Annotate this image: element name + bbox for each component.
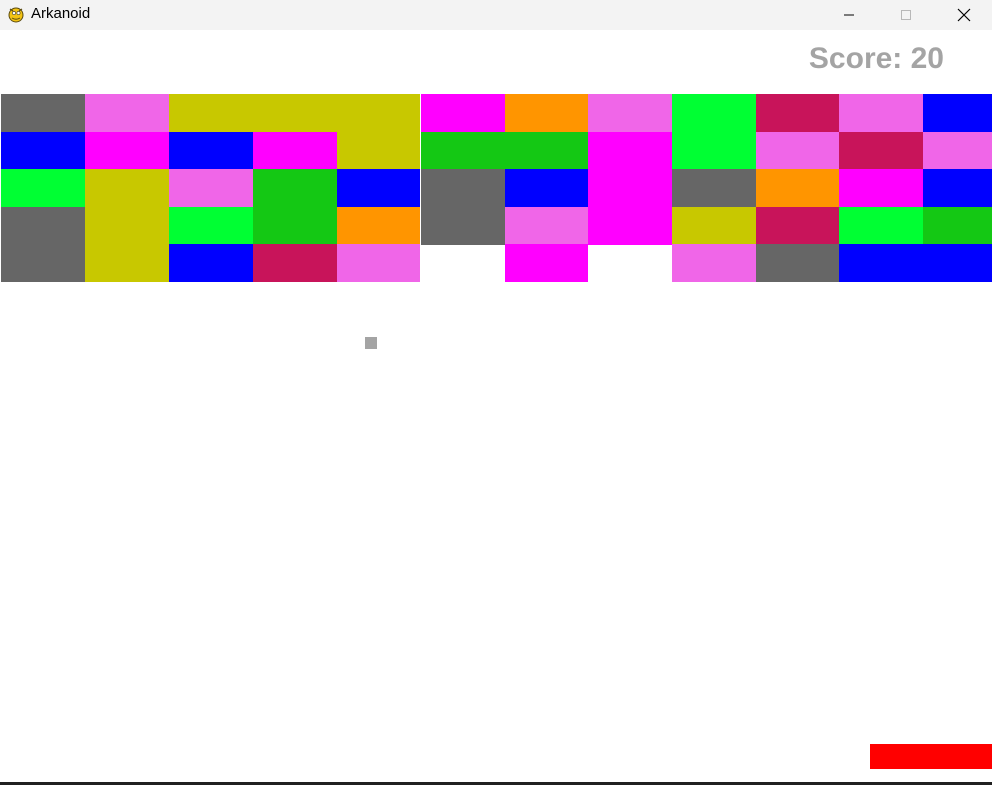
close-button[interactable] [936, 0, 992, 30]
close-icon [957, 8, 971, 22]
maximize-button[interactable] [878, 0, 934, 30]
maximize-icon [900, 9, 912, 21]
brick [253, 244, 337, 282]
brick-wall [0, 30, 992, 782]
brick [588, 131, 672, 170]
brick [253, 131, 337, 170]
brick [85, 131, 169, 170]
brick [839, 131, 923, 170]
brick [923, 94, 992, 132]
brick [85, 169, 169, 207]
brick [253, 169, 337, 207]
brick [756, 169, 839, 207]
brick [1, 206, 85, 245]
brick [672, 206, 756, 245]
brick [421, 131, 505, 170]
brick [588, 206, 672, 245]
brick [588, 169, 672, 207]
brick [421, 206, 505, 245]
brick [839, 206, 923, 245]
pygame-snake-icon [7, 5, 25, 23]
brick [839, 169, 923, 207]
brick [756, 244, 839, 282]
brick [1, 94, 85, 132]
title-bar[interactable]: Arkanoid [0, 0, 992, 30]
brick [169, 169, 253, 207]
window-title: Arkanoid [31, 5, 91, 22]
brick [839, 94, 923, 132]
brick [337, 244, 420, 282]
brick [337, 169, 420, 207]
ball [365, 337, 377, 349]
brick [756, 206, 839, 245]
brick [421, 169, 505, 207]
brick [169, 244, 253, 282]
game-window: Arkanoid Score: 20 [0, 0, 992, 785]
brick [839, 244, 923, 282]
game-canvas[interactable]: Score: 20 [0, 30, 992, 782]
brick [169, 131, 253, 170]
brick [85, 94, 169, 132]
brick [337, 94, 420, 132]
brick [588, 94, 672, 132]
minimize-icon [843, 9, 855, 21]
brick [672, 244, 756, 282]
brick [169, 206, 253, 245]
brick [923, 206, 992, 245]
brick [1, 244, 85, 282]
brick [505, 206, 588, 245]
brick [756, 94, 839, 132]
brick [505, 244, 588, 282]
brick [421, 94, 505, 132]
brick [337, 131, 420, 170]
brick [923, 131, 992, 170]
brick [672, 169, 756, 207]
brick [923, 244, 992, 282]
minimize-button[interactable] [821, 0, 877, 30]
brick [1, 169, 85, 207]
brick [756, 131, 839, 170]
brick [672, 131, 756, 170]
brick [505, 94, 588, 132]
brick [85, 244, 169, 282]
paddle[interactable] [870, 744, 992, 769]
brick [1, 131, 85, 170]
brick [505, 131, 588, 170]
brick [169, 94, 253, 132]
brick [85, 206, 169, 245]
brick [923, 169, 992, 207]
brick [253, 94, 337, 132]
brick [337, 206, 420, 245]
brick [672, 94, 756, 132]
brick [505, 169, 588, 207]
brick [253, 206, 337, 245]
